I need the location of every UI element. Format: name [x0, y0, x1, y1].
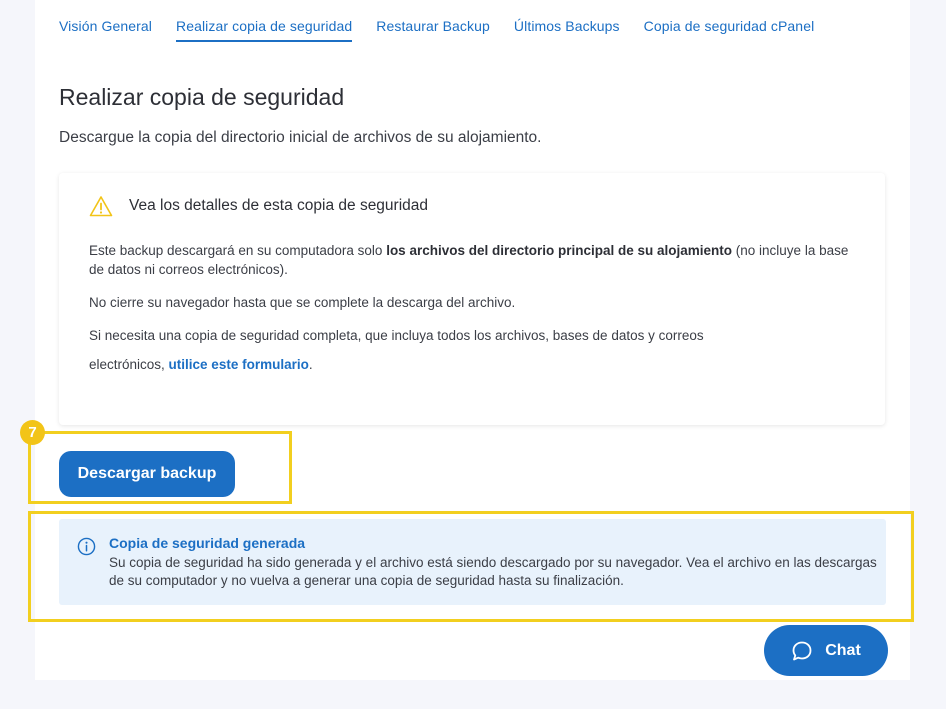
chat-button[interactable]: Chat — [764, 625, 888, 676]
details-p1-bold: los archivos del directorio principal de… — [386, 243, 733, 258]
details-card: Vea los detalles de esta copia de seguri… — [59, 173, 885, 425]
alert-title: Copia de seguridad generada — [109, 535, 306, 551]
page-description: Descargue la copia del directorio inicia… — [59, 129, 542, 146]
backup-generated-alert: Copia de seguridad generada Su copia de … — [59, 519, 886, 605]
details-p3-period: . — [308, 357, 313, 372]
form-link[interactable]: utilice este formulario — [169, 357, 309, 372]
page-title: Realizar copia de seguridad — [59, 84, 345, 110]
step-number-badge: 7 — [20, 420, 45, 445]
tab-restaurar-backup[interactable]: Restaurar Backup — [376, 18, 490, 42]
download-backup-button[interactable]: Descargar backup — [59, 451, 235, 497]
tab-vision-general[interactable]: Visión General — [59, 18, 152, 42]
info-circle-icon — [77, 537, 96, 556]
details-paragraph-3-line-1: Si necesita una copia de seguridad compl… — [89, 328, 704, 343]
tab-realizar-copia[interactable]: Realizar copia de seguridad — [175, 18, 353, 42]
details-paragraph-2: No cierre su navegador hasta que se comp… — [89, 295, 516, 310]
details-paragraph-1: Este backup descargará en su computadora… — [89, 241, 849, 279]
details-p3-text: electrónicos, — [89, 357, 169, 372]
details-header: Vea los detalles de esta copia de seguri… — [89, 195, 428, 217]
warning-triangle-icon — [89, 196, 113, 217]
tab-bar: Visión General Realizar copia de segurid… — [59, 18, 838, 42]
tab-copia-cpanel[interactable]: Copia de seguridad cPanel — [644, 18, 815, 42]
details-paragraph-3-line-2: electrónicos, utilice este formulario. — [89, 355, 313, 374]
alert-text: Su copia de seguridad ha sido generada y… — [109, 555, 877, 588]
chat-bubble-icon — [792, 641, 812, 660]
details-title: Vea los detalles de esta copia de seguri… — [129, 197, 429, 214]
chat-label: Chat — [825, 641, 861, 659]
tab-ultimos-backups[interactable]: Últimos Backups — [514, 18, 620, 42]
details-p1-text: Este backup descargará en su computadora… — [89, 243, 387, 258]
